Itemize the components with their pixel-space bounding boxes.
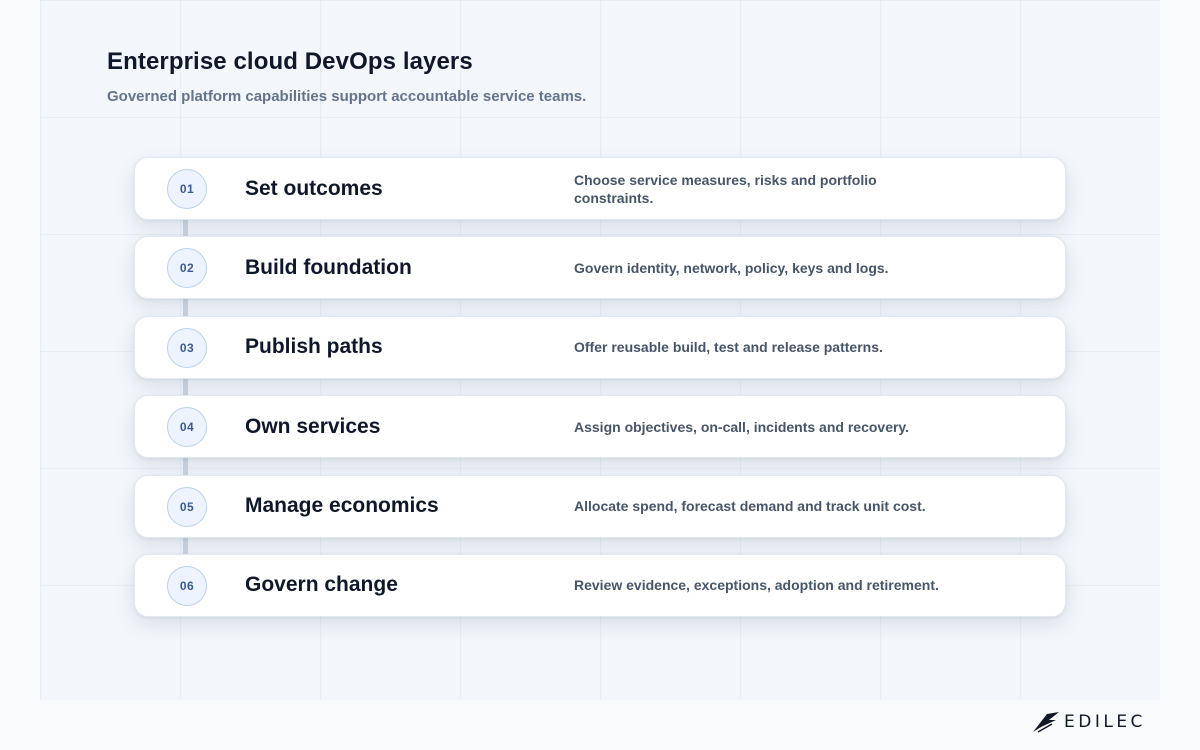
step-card-05: 05 Manage economics Allocate spend, fore… — [134, 474, 1066, 538]
step-title: Own services — [245, 414, 381, 438]
step-title: Set outcomes — [245, 176, 383, 200]
page-subtitle: Governed platform capabilities support a… — [107, 88, 587, 105]
step-number-badge: 04 — [167, 407, 207, 448]
step-title: Govern change — [245, 573, 398, 597]
step-description: Choose service measures, risks and portf… — [574, 171, 877, 206]
step-card-06: 06 Govern change Review evidence, except… — [134, 553, 1066, 617]
step-number-badge: 01 — [167, 169, 207, 209]
step-number-badge: 05 — [167, 486, 207, 527]
step-title: Build foundation — [245, 255, 412, 279]
step-description: Govern identity, network, policy, keys a… — [574, 259, 889, 276]
step-number-badge: 06 — [167, 565, 207, 606]
brand-name: EDILEC — [1064, 712, 1146, 732]
step-number-badge: 02 — [167, 248, 207, 289]
step-card-04: 04 Own services Assign objectives, on-ca… — [134, 395, 1066, 459]
step-title: Publish paths — [245, 335, 383, 359]
step-description: Review evidence, exceptions, adoption an… — [574, 577, 939, 594]
edilec-logo-icon — [1032, 711, 1060, 733]
step-description: Offer reusable build, test and release p… — [574, 339, 883, 356]
step-card-02: 02 Build foundation Govern identity, net… — [134, 236, 1066, 300]
step-list: 01 Set outcomes Choose service measures,… — [134, 157, 1066, 633]
page-title: Enterprise cloud DevOps layers — [107, 48, 473, 75]
step-card-03: 03 Publish paths Offer reusable build, t… — [134, 315, 1066, 379]
step-title: Manage economics — [245, 494, 439, 518]
brand-logo: EDILEC — [1032, 710, 1146, 734]
step-description: Assign objectives, on-call, incidents an… — [574, 418, 910, 435]
step-card-01: 01 Set outcomes Choose service measures,… — [134, 157, 1066, 220]
step-number-badge: 03 — [167, 327, 207, 368]
step-description: Allocate spend, forecast demand and trac… — [574, 498, 926, 515]
